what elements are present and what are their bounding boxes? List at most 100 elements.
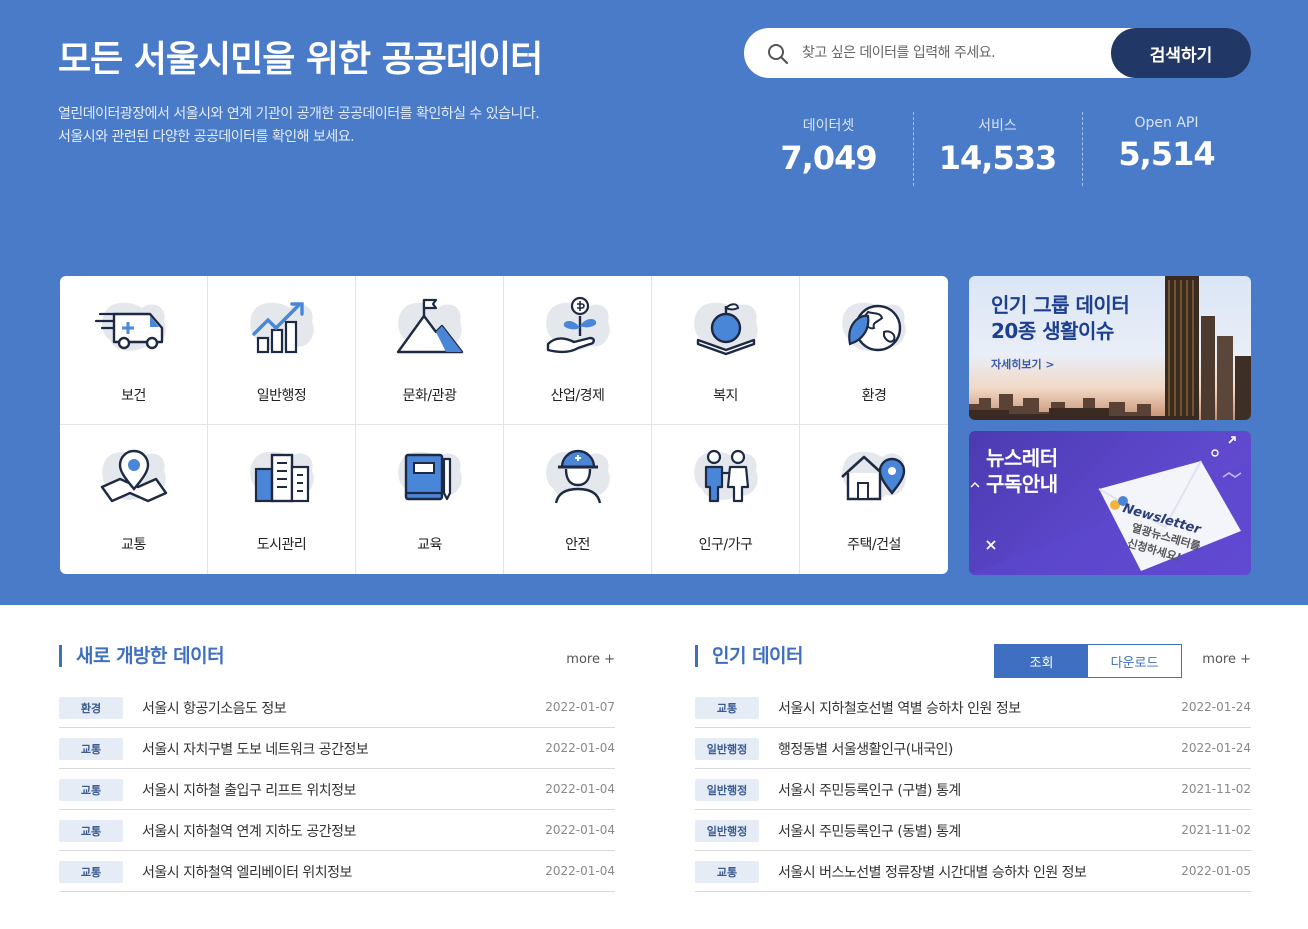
banner-title: 뉴스레터 구독안내 bbox=[986, 445, 1058, 497]
search-button[interactable]: 검색하기 bbox=[1111, 28, 1251, 78]
category-label: 인구/가구 bbox=[698, 537, 753, 553]
item-date: 2022-01-04 bbox=[545, 741, 615, 755]
category-population[interactable]: 인구/가구 bbox=[652, 425, 800, 574]
helmet-worker-icon bbox=[546, 449, 610, 504]
category-label: 일반행정 bbox=[256, 388, 307, 404]
stat-datasets[interactable]: 데이터셋 7,049 bbox=[744, 112, 913, 186]
category-label: 복지 bbox=[713, 388, 738, 404]
more-link[interactable]: more + bbox=[1202, 652, 1251, 667]
category-badge: 교통 bbox=[59, 820, 123, 842]
category-environment[interactable]: 환경 bbox=[800, 276, 948, 425]
list-item[interactable]: 교통 서울시 버스노선별 정류장별 시간대별 승하차 인원 정보 2022-01… bbox=[695, 851, 1251, 892]
category-housing[interactable]: 주택/건설 bbox=[800, 425, 948, 574]
item-title[interactable]: 서울시 주민등록인구 (구별) 통계 bbox=[778, 780, 961, 800]
list-item[interactable]: 교통 서울시 지하철 출입구 리프트 위치정보 2022-01-04 bbox=[59, 769, 615, 810]
hero-section: 모든 서울시민을 위한 공공데이터 열린데이터광장에서 서울시와 연계 기관이 … bbox=[0, 0, 1308, 605]
list-item[interactable]: 일반행정 서울시 주민등록인구 (동별) 통계 2021-11-02 bbox=[695, 810, 1251, 851]
list-item[interactable]: 교통 서울시 자치구별 도보 네트워크 공간정보 2022-01-04 bbox=[59, 728, 615, 769]
category-label: 보건 bbox=[121, 388, 146, 404]
tab-views[interactable]: 조회 bbox=[995, 645, 1088, 677]
category-badge: 교통 bbox=[695, 697, 759, 719]
category-industry-economy[interactable]: 산업/경제 bbox=[504, 276, 652, 425]
category-badge: 교통 bbox=[59, 779, 123, 801]
category-culture-tourism[interactable]: 문화/관광 bbox=[356, 276, 504, 425]
category-badge: 환경 bbox=[59, 697, 123, 719]
search-input[interactable] bbox=[802, 36, 1102, 70]
stat-label: 데이터셋 bbox=[802, 118, 855, 134]
apple-book-icon bbox=[694, 302, 758, 356]
category-label: 안전 bbox=[565, 537, 590, 553]
category-label: 주택/건설 bbox=[847, 537, 901, 553]
item-title[interactable]: 서울시 지하철호선별 역별 승하차 인원 정보 bbox=[778, 698, 1021, 718]
item-date: 2021-11-02 bbox=[1181, 782, 1251, 796]
item-title[interactable]: 서울시 주민등록인구 (동별) 통계 bbox=[778, 821, 961, 841]
ambulance-icon bbox=[94, 302, 166, 351]
item-title[interactable]: 서울시 항공기소음도 정보 bbox=[142, 698, 287, 718]
category-badge: 교통 bbox=[59, 861, 123, 883]
search-icon[interactable] bbox=[766, 42, 790, 66]
banner-more-link[interactable]: 자세히보기 > bbox=[991, 356, 1055, 372]
category-traffic[interactable]: 교통 bbox=[60, 425, 208, 574]
stat-value: 5,514 bbox=[1118, 135, 1215, 173]
stat-label: 서비스 bbox=[978, 118, 1017, 134]
stat-open-api[interactable]: Open API 5,514 bbox=[1082, 112, 1251, 186]
popular-data-tabs: 조회 다운로드 bbox=[994, 644, 1182, 678]
item-date: 2022-01-24 bbox=[1181, 700, 1251, 714]
item-title[interactable]: 서울시 자치구별 도보 네트워크 공간정보 bbox=[142, 739, 369, 759]
book-pencil-icon bbox=[398, 451, 462, 501]
stat-label: Open API bbox=[1134, 115, 1199, 131]
category-label: 환경 bbox=[861, 388, 887, 404]
list-item[interactable]: 일반행정 서울시 주민등록인구 (구별) 통계 2021-11-02 bbox=[695, 769, 1251, 810]
category-label: 도시관리 bbox=[256, 537, 307, 553]
item-title[interactable]: 서울시 지하철 출입구 리프트 위치정보 bbox=[142, 780, 356, 800]
stats-panel: 데이터셋 7,049 서비스 14,533 Open API 5,514 bbox=[744, 112, 1251, 186]
map-pin-icon bbox=[100, 449, 168, 503]
item-date: 2021-11-02 bbox=[1181, 823, 1251, 837]
list-item[interactable]: 교통 서울시 지하철역 연계 지하도 공간정보 2022-01-04 bbox=[59, 810, 615, 851]
list-item[interactable]: 일반행정 행정동별 서울생활인구(내국인) 2022-01-24 bbox=[695, 728, 1251, 769]
more-link[interactable]: more + bbox=[566, 652, 615, 667]
section-title: 인기 데이터 bbox=[695, 645, 804, 667]
search-bar: 검색하기 bbox=[744, 28, 1251, 78]
item-title[interactable]: 서울시 지하철역 연계 지하도 공간정보 bbox=[142, 821, 356, 841]
item-date: 2022-01-05 bbox=[1181, 864, 1251, 878]
banner-title-line: 뉴스레터 bbox=[986, 446, 1058, 470]
category-label: 산업/경제 bbox=[550, 388, 605, 404]
earth-leaf-icon bbox=[842, 302, 906, 352]
popular-data-list: 교통 서울시 지하철호선별 역별 승하차 인원 정보 2022-01-24 일반… bbox=[695, 687, 1251, 892]
item-title[interactable]: 행정동별 서울생활인구(내국인) bbox=[778, 739, 953, 759]
category-badge: 일반행정 bbox=[695, 779, 759, 801]
category-welfare[interactable]: 복지 bbox=[652, 276, 800, 425]
money-plant-icon bbox=[546, 296, 610, 354]
hero-description: 열린데이터광장에서 서울시와 연계 기관이 공개한 공공데이터를 확인하실 수 … bbox=[58, 103, 540, 149]
item-date: 2022-01-04 bbox=[545, 864, 615, 878]
item-date: 2022-01-07 bbox=[545, 700, 615, 714]
list-item[interactable]: 교통 서울시 지하철역 엘리베이터 위치정보 2022-01-04 bbox=[59, 851, 615, 892]
tab-downloads[interactable]: 다운로드 bbox=[1088, 645, 1181, 677]
category-general-admin[interactable]: 일반행정 bbox=[208, 276, 356, 425]
category-safety[interactable]: 안전 bbox=[504, 425, 652, 574]
hero-description-line: 열린데이터광장에서 서울시와 연계 기관이 공개한 공공데이터를 확인하실 수 … bbox=[58, 106, 540, 122]
rising-chart-icon bbox=[250, 302, 314, 354]
newsletter-banner[interactable]: 뉴스레터 구독안내 Newsletter 열광뉴스레터를 신청하세요! bbox=[969, 431, 1251, 575]
item-title[interactable]: 서울시 지하철역 엘리베이터 위치정보 bbox=[142, 862, 352, 882]
popular-group-banner[interactable]: 인기 그룹 데이터 20종 생활이슈 자세히보기 > bbox=[969, 276, 1251, 420]
category-education[interactable]: 교육 bbox=[356, 425, 504, 574]
section-title: 새로 개방한 데이터 bbox=[59, 645, 225, 667]
banner-title-line: 20종 생활이슈 bbox=[991, 319, 1114, 343]
item-date: 2022-01-04 bbox=[545, 823, 615, 837]
list-item[interactable]: 교통 서울시 지하철호선별 역별 승하차 인원 정보 2022-01-24 bbox=[695, 687, 1251, 728]
category-health[interactable]: 보건 bbox=[60, 276, 208, 425]
item-date: 2022-01-24 bbox=[1181, 741, 1251, 755]
hero-description-line: 서울시와 관련된 다양한 공공데이터를 확인해 보세요. bbox=[58, 129, 355, 145]
banner-title-line: 인기 그룹 데이터 bbox=[991, 293, 1130, 317]
stat-services[interactable]: 서비스 14,533 bbox=[913, 112, 1082, 186]
category-badge: 교통 bbox=[695, 861, 759, 883]
category-label: 교통 bbox=[121, 537, 146, 553]
list-item[interactable]: 환경 서울시 항공기소음도 정보 2022-01-07 bbox=[59, 687, 615, 728]
category-label: 교육 bbox=[417, 537, 442, 553]
category-urban-management[interactable]: 도시관리 bbox=[208, 425, 356, 574]
new-data-list: 환경 서울시 항공기소음도 정보 2022-01-07 교통 서울시 자치구별 … bbox=[59, 687, 615, 892]
banner-title: 인기 그룹 데이터 20종 생활이슈 bbox=[991, 292, 1130, 344]
item-title[interactable]: 서울시 버스노선별 정류장별 시간대별 승하차 인원 정보 bbox=[778, 862, 1087, 882]
